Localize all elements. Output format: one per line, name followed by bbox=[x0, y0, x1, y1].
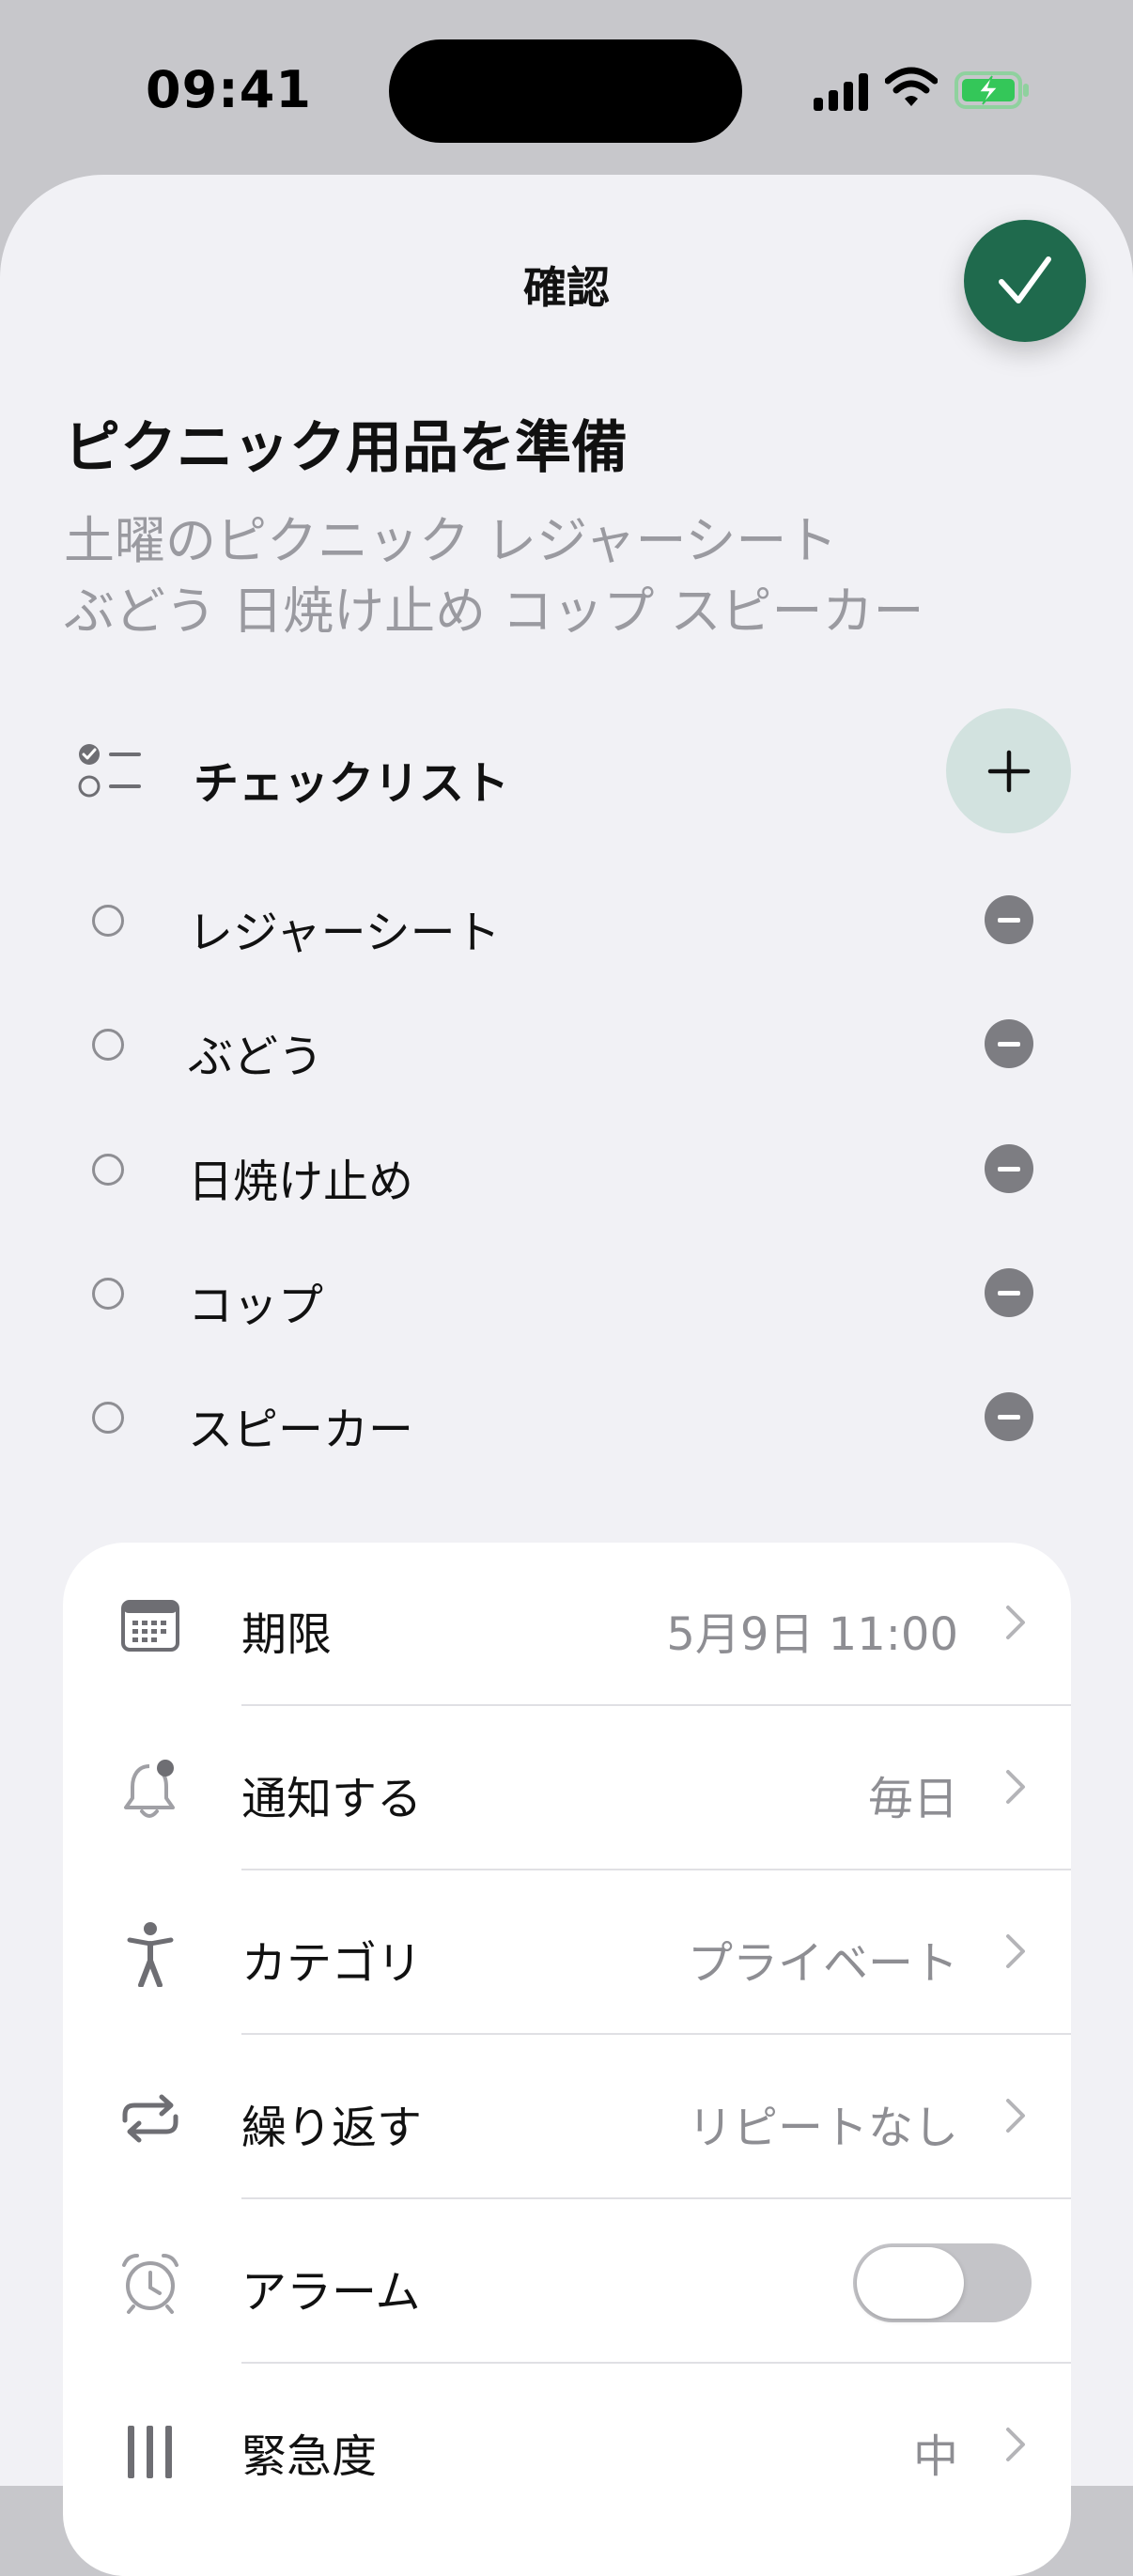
row-separator bbox=[241, 2197, 1071, 2199]
wifi-icon bbox=[885, 67, 938, 106]
checklist-item-checkbox[interactable] bbox=[92, 1278, 124, 1310]
checklist-item: スピーカー bbox=[0, 1362, 1133, 1475]
checklist-item: ぶどう bbox=[0, 989, 1133, 1102]
setting-row-alarm: アラーム bbox=[63, 2200, 1071, 2364]
checklist-item-label[interactable]: レジャーシート bbox=[188, 895, 501, 961]
setting-label: 緊急度 bbox=[241, 2430, 378, 2483]
setting-value: 5月9日 11:00 bbox=[666, 1608, 958, 1661]
setting-label: アラーム bbox=[241, 2266, 421, 2319]
toggle-knob bbox=[857, 2247, 964, 2319]
dynamic-island bbox=[389, 39, 742, 143]
setting-row-repeat[interactable]: 繰り返す リピートなし bbox=[63, 2036, 1071, 2199]
battery-charging-icon bbox=[955, 71, 1029, 109]
checklist-item: コップ bbox=[0, 1238, 1133, 1351]
row-separator bbox=[241, 1704, 1071, 1706]
chevron-right-icon bbox=[1006, 1770, 1025, 1804]
row-separator bbox=[241, 2362, 1071, 2364]
setting-label: 繰り返す bbox=[241, 2102, 423, 2154]
chevron-right-icon bbox=[1006, 1934, 1025, 1968]
repeat-icon bbox=[122, 2094, 178, 2143]
checklist-header: チェックリスト bbox=[0, 708, 1133, 833]
remove-item-button[interactable] bbox=[985, 1019, 1033, 1068]
setting-row-priority[interactable]: 緊急度 中 bbox=[63, 2365, 1071, 2528]
remove-item-button[interactable] bbox=[985, 1144, 1033, 1193]
task-title[interactable]: ピクニック用品を準備 bbox=[64, 402, 628, 484]
add-checklist-item-button[interactable] bbox=[946, 708, 1071, 833]
task-description-line: ぶどう 日焼け止め コップ スピーカー bbox=[64, 582, 924, 641]
chevron-right-icon bbox=[1006, 1606, 1025, 1639]
bell-icon bbox=[124, 1760, 175, 1818]
checklist-label: チェックリスト bbox=[194, 757, 510, 810]
plus-icon bbox=[987, 750, 1030, 792]
chevron-right-icon bbox=[1006, 2099, 1025, 2133]
remove-item-button[interactable] bbox=[985, 1268, 1033, 1317]
checklist-item-label[interactable]: 日焼け止め bbox=[188, 1144, 413, 1210]
setting-value: 中 bbox=[912, 2430, 958, 2483]
checklist-item: 日焼け止め bbox=[0, 1114, 1133, 1227]
checklist-item: レジャーシート bbox=[0, 865, 1133, 978]
setting-label: 期限 bbox=[241, 1608, 333, 1661]
remove-item-button[interactable] bbox=[985, 1392, 1033, 1441]
alarm-clock-icon bbox=[122, 2254, 178, 2314]
task-description[interactable]: 土曜のピクニック レジャーシート ぶどう 日焼け止め コップ スピーカー bbox=[64, 505, 1079, 646]
settings-card: 期限 5月9日 11:00 通知する 毎日 カテゴリ プライベート 繰り返す リ… bbox=[63, 1543, 1071, 2576]
setting-row-category[interactable]: カテゴリ プライベート bbox=[63, 1871, 1071, 2035]
checkmark-icon bbox=[999, 256, 1051, 303]
checklist-item-checkbox[interactable] bbox=[92, 1029, 124, 1061]
cellular-signal-icon bbox=[814, 73, 868, 111]
checklist-item-label[interactable]: スピーカー bbox=[188, 1392, 413, 1458]
status-time: 09:41 bbox=[146, 60, 312, 119]
remove-item-button[interactable] bbox=[985, 895, 1033, 944]
setting-value: リピートなし bbox=[687, 2102, 958, 2154]
checklist-item-checkbox[interactable] bbox=[92, 1402, 124, 1434]
row-separator bbox=[241, 1869, 1071, 1870]
setting-label: カテゴリ bbox=[241, 1937, 423, 1990]
task-description-line: 土曜のピクニック レジャーシート bbox=[64, 511, 838, 570]
status-bar: 09:41 bbox=[0, 0, 1133, 178]
setting-value: プライベート bbox=[687, 1937, 958, 1990]
checklist-item-checkbox[interactable] bbox=[92, 905, 124, 937]
setting-row-notify[interactable]: 通知する 毎日 bbox=[63, 1707, 1071, 1870]
checklist-item-checkbox[interactable] bbox=[92, 1154, 124, 1186]
checklist-item-label[interactable]: コップ bbox=[188, 1268, 323, 1334]
priority-bars-icon bbox=[128, 2426, 172, 2478]
chevron-right-icon bbox=[1006, 2428, 1025, 2461]
confirm-button[interactable] bbox=[964, 220, 1086, 342]
setting-label: 通知する bbox=[241, 1773, 423, 1825]
checklist-item-label[interactable]: ぶどう bbox=[188, 1019, 323, 1085]
row-separator bbox=[241, 2033, 1071, 2035]
person-icon bbox=[127, 1922, 174, 1987]
checklist-icon bbox=[78, 744, 141, 798]
alarm-toggle[interactable] bbox=[853, 2243, 1032, 2322]
calendar-icon bbox=[121, 1600, 179, 1652]
setting-value: 毎日 bbox=[867, 1773, 958, 1825]
sheet-title: 確認 bbox=[523, 262, 610, 313]
setting-row-due[interactable]: 期限 5月9日 11:00 bbox=[63, 1543, 1071, 1706]
